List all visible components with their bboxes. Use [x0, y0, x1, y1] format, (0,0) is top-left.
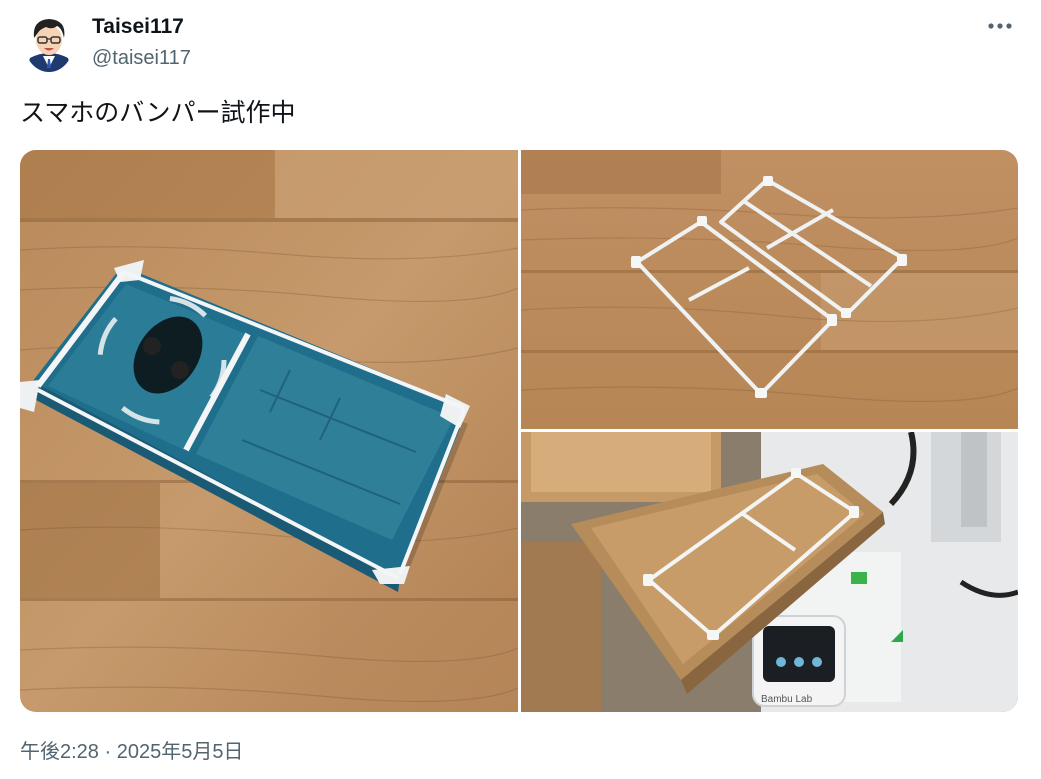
avatar-illustration-icon [24, 12, 74, 72]
photo-phone-image [20, 150, 518, 712]
photo-printer-image: Bambu Lab [521, 432, 1018, 712]
media-grid: Bambu Lab [20, 150, 1018, 712]
tweet-timestamp[interactable]: 午後2:28 · 2025年5月5日 [20, 738, 243, 766]
photo-printer-bed[interactable]: Bambu Lab [521, 432, 1018, 712]
avatar[interactable] [24, 12, 74, 72]
bambu-lab-label: Bambu Lab [761, 694, 813, 705]
photo-two-bumper-frames[interactable] [521, 150, 1018, 429]
more-button[interactable] [983, 14, 1017, 38]
tweet-text: スマホのバンパー試作中 [20, 99, 296, 127]
photo-frames-image [521, 150, 1018, 429]
user-info: Taisei117 @taisei117 [92, 14, 191, 71]
photo-phone-with-bumper[interactable] [20, 150, 518, 712]
user-handle[interactable]: @taisei117 [92, 45, 191, 71]
tweet: Taisei117 @taisei117 スマホのバンパー試作中 Bambu L… [0, 0, 1041, 779]
display-name[interactable]: Taisei117 [92, 14, 191, 40]
more-dots-icon [988, 23, 1012, 29]
